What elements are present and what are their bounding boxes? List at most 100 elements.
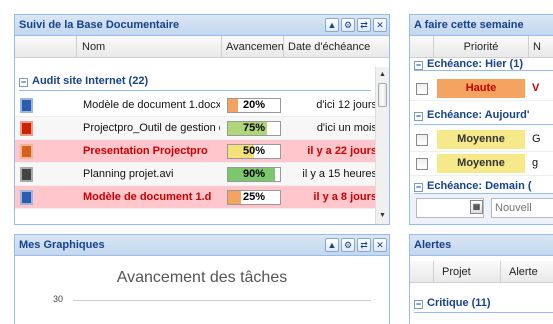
group-header-hier[interactable]: − Echéance: Hier (1) — [414, 59, 553, 71]
task-extra: g — [532, 157, 539, 169]
alertes-panel: Alertes Projet Alerte − Critique (11) — [409, 234, 553, 324]
task-extra: G — [532, 133, 541, 145]
progress-bar: 75% — [227, 121, 281, 136]
pdf-icon — [20, 121, 33, 136]
task-row[interactable]: Haute V — [410, 77, 553, 101]
collapse-group-icon[interactable]: − — [414, 61, 423, 70]
document-row[interactable]: Planning projet.avi 90% il y a 15 heures — [15, 163, 375, 186]
afaire-panel-title: A faire cette semaine — [414, 19, 524, 31]
vertical-scrollbar[interactable]: ▲ ▼ — [375, 67, 389, 224]
document-list: Modèle de document 1.docx 20% d'ici 12 jou… — [15, 94, 375, 224]
close-icon[interactable]: ✕ — [373, 18, 387, 32]
graphiques-panel-title: Mes Graphiques — [19, 239, 105, 251]
task-checkbox[interactable] — [416, 83, 428, 95]
suivi-panel: Suivi de la Base Documentaire ▲ ⚙ ⇄ ✕ No… — [14, 14, 390, 225]
group-header-critique[interactable]: − Critique (11) — [414, 295, 553, 313]
alertes-panel-title: Alertes — [414, 239, 452, 251]
graphiques-panel-header: Mes Graphiques ▲ ⚙ ⇄ ✕ — [15, 235, 389, 256]
new-task-input[interactable] — [491, 198, 553, 218]
scroll-down-icon[interactable]: ▼ — [376, 210, 389, 222]
progress-label: 75% — [242, 122, 266, 134]
settings-gear-icon[interactable]: ⚙ — [341, 18, 355, 32]
afaire-panel-header: A faire cette semaine — [410, 15, 553, 36]
column-icon[interactable] — [15, 36, 77, 58]
group-label: Echéance: Aujourd' — [427, 109, 530, 121]
alertes-panel-header: Alertes — [410, 235, 553, 256]
document-name[interactable]: Projectpro_Outil de gestion de — [83, 117, 220, 140]
progress-label: 50% — [242, 145, 266, 157]
collapse-group-icon[interactable]: − — [414, 112, 423, 121]
document-row[interactable]: Presentation Projectpro 50% il y a 22 jour… — [15, 140, 375, 163]
group-label: Echéance: Demain ( — [427, 180, 532, 192]
collapse-button[interactable]: ▲ — [325, 18, 339, 32]
document-name[interactable]: Modèle de document 1.d — [83, 186, 220, 209]
afaire-column-header: Priorité N — [410, 36, 553, 58]
column-name[interactable]: Nom — [77, 36, 222, 58]
progress-bar: 90% — [227, 167, 281, 182]
word-doc-icon — [20, 98, 33, 113]
priority-badge: Haute — [437, 79, 525, 98]
document-name[interactable]: Presentation Projectpro — [83, 140, 220, 163]
document-name[interactable]: Modèle de document 1.docx — [83, 94, 220, 117]
due-date: d'ici un mois — [316, 122, 375, 134]
due-date: d'ici 12 jours — [316, 99, 375, 111]
calendar-icon[interactable]: ▦ — [470, 200, 483, 214]
task-checkbox[interactable] — [416, 134, 428, 146]
collapse-group-icon[interactable]: − — [19, 78, 28, 87]
chart-title: Avancement des tâches — [116, 269, 288, 286]
settings-gear-icon[interactable]: ⚙ — [341, 238, 355, 252]
progress-bar: 50% — [227, 144, 281, 159]
column-check[interactable] — [410, 261, 434, 283]
alertes-column-header: Projet Alerte — [410, 261, 553, 283]
due-date: il y a 8 jours — [313, 191, 375, 203]
task-checkbox[interactable] — [416, 158, 428, 170]
scroll-up-icon[interactable]: ▲ — [376, 69, 389, 81]
progress-bar: 20% — [227, 98, 281, 113]
column-project[interactable]: Projet — [434, 261, 501, 283]
chart-area: Avancement des tâches 30 — [15, 257, 389, 324]
progress-label: 90% — [242, 168, 266, 180]
task-extra: V — [532, 82, 540, 94]
priority-badge: Moyenne — [437, 154, 525, 173]
collapse-button[interactable]: ▲ — [325, 238, 339, 252]
group-label: Echéance: Hier (1) — [427, 59, 523, 70]
progress-label: 25% — [242, 191, 266, 203]
column-progress[interactable]: Avancement — [222, 36, 284, 58]
progress-bar: 25% — [227, 190, 281, 205]
y-gridline — [73, 300, 371, 301]
task-row[interactable]: Moyenne g — [410, 152, 553, 176]
y-tick-label: 30 — [53, 294, 64, 304]
due-date: il y a 15 heures — [302, 168, 375, 180]
graphiques-panel: Mes Graphiques ▲ ⚙ ⇄ ✕ Avancement des tâ… — [14, 234, 390, 324]
close-icon[interactable]: ✕ — [373, 238, 387, 252]
new-task-row: ▦ — [410, 194, 553, 224]
group-label: Critique (11) — [427, 297, 491, 309]
refresh-icon[interactable]: ⇄ — [357, 18, 371, 32]
scroll-thumb[interactable] — [378, 83, 387, 107]
refresh-icon[interactable]: ⇄ — [357, 238, 371, 252]
suivi-panel-header: Suivi de la Base Documentaire ▲ ⚙ ⇄ ✕ — [15, 15, 389, 36]
column-next[interactable]: N — [529, 36, 553, 58]
column-check[interactable] — [410, 36, 434, 58]
collapse-group-icon[interactable]: − — [414, 300, 423, 309]
priority-badge: Moyenne — [437, 130, 525, 149]
column-alert[interactable]: Alerte — [501, 261, 553, 283]
document-row[interactable]: Projectpro_Outil de gestion de 75% d'ici u… — [15, 117, 375, 140]
task-row[interactable]: Moyenne G — [410, 128, 553, 152]
document-name[interactable]: Planning projet.avi — [83, 163, 220, 186]
collapse-group-icon[interactable]: − — [414, 183, 423, 192]
document-row[interactable]: Modèle de document 1.d 25% il y a 8 jours — [15, 186, 375, 209]
suivi-column-header: Nom Avancement Date d'échéance — [15, 36, 389, 58]
word-doc-icon — [20, 190, 33, 205]
suivi-panel-title: Suivi de la Base Documentaire — [19, 19, 180, 31]
progress-label: 20% — [242, 99, 266, 111]
column-due-date[interactable]: Date d'échéance — [284, 36, 378, 58]
video-film-icon — [20, 167, 33, 182]
column-priority[interactable]: Priorité — [434, 36, 529, 58]
document-row[interactable]: Modèle de document 1.docx 20% d'ici 12 jou… — [15, 94, 375, 117]
group-header-audit[interactable]: − Audit site Internet (22) — [19, 73, 371, 91]
due-date: il y a 22 jours — [307, 145, 375, 157]
group-header-demain[interactable]: − Echéance: Demain ( — [414, 180, 553, 194]
group-header-aujourdhui[interactable]: − Echéance: Aujourd' — [414, 107, 553, 125]
afaire-panel: A faire cette semaine Priorité N − Echéan… — [409, 14, 553, 225]
